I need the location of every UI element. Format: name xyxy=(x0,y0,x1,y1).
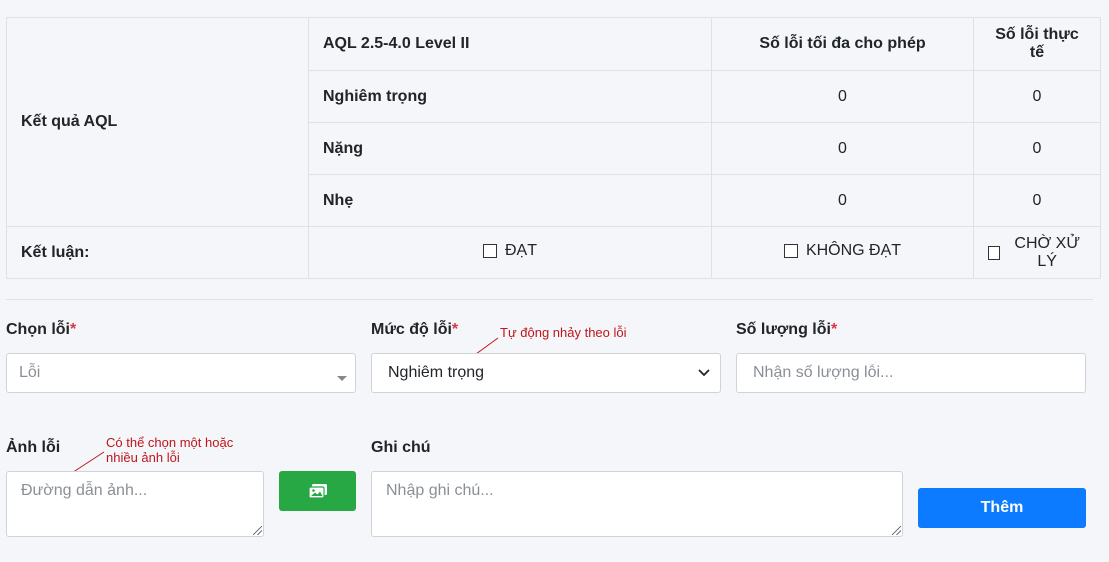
notes-wrapper xyxy=(371,471,903,537)
notes-label: Ghi chú xyxy=(371,439,431,456)
error-quantity-input[interactable] xyxy=(736,353,1086,393)
add-button[interactable]: Thêm xyxy=(918,488,1086,528)
image-annotation: Có thể chọn một hoặc nhiều ảnh lỗi xyxy=(106,435,234,465)
checkbox-square-icon[interactable] xyxy=(988,245,1001,260)
major-max-value: 0 xyxy=(711,122,974,175)
aql-header-row: Kết quả AQL AQL 2.5-4.0 Level II Số lỗi … xyxy=(6,17,1101,227)
notes-input[interactable] xyxy=(371,471,903,537)
aql-result-table: Kết quả AQL AQL 2.5-4.0 Level II Số lỗi … xyxy=(6,17,1101,279)
severity-critical-label: Nghiêm trọng xyxy=(308,70,712,123)
required-mark: * xyxy=(451,321,459,338)
error-select[interactable]: Lỗi xyxy=(6,353,356,393)
aql-level-header: AQL 2.5-4.0 Level II xyxy=(308,17,712,71)
severity-label: Mức độ lỗi* xyxy=(371,321,459,338)
actual-errors-header: Số lỗi thực tế xyxy=(973,17,1101,71)
chevron-down-icon xyxy=(337,376,347,381)
critical-actual-value: 0 xyxy=(973,70,1101,123)
image-path-input[interactable] xyxy=(6,471,264,537)
fail-checkbox-label: KHÔNG ĐẠT xyxy=(805,242,902,259)
severity-select[interactable]: Nghiêm trọng xyxy=(371,353,721,393)
required-mark: * xyxy=(69,321,77,338)
chevron-down-icon xyxy=(698,369,710,377)
error-select-label: Chọn lỗi* xyxy=(6,321,77,338)
image-label: Ảnh lỗi xyxy=(6,439,61,456)
image-path-wrapper xyxy=(6,471,264,537)
severity-annotation: Tự động nhảy theo lỗi xyxy=(500,325,627,340)
resize-handle-icon[interactable] xyxy=(892,526,901,535)
max-errors-header: Số lỗi tối đa cho phép xyxy=(711,17,974,71)
pass-checkbox[interactable]: ĐẠT xyxy=(483,242,537,260)
images-icon xyxy=(307,484,327,499)
severity-minor-label: Nhẹ xyxy=(308,174,712,227)
checkbox-square-icon[interactable] xyxy=(783,244,798,258)
section-divider xyxy=(6,299,1093,300)
required-mark: * xyxy=(830,321,838,338)
minor-actual-value: 0 xyxy=(973,174,1101,227)
major-actual-value: 0 xyxy=(973,122,1101,175)
critical-max-value: 0 xyxy=(711,70,974,123)
severity-select-value: Nghiêm trọng xyxy=(388,364,485,381)
conclusion-row: Kết luận: ĐẠT KHÔNG ĐẠT CHỜ XỬ LÝ xyxy=(6,226,1101,279)
pending-checkbox-label: CHỜ XỬ LÝ xyxy=(1014,234,1080,270)
quantity-label: Số lượng lỗi* xyxy=(736,321,838,338)
pending-checkbox[interactable]: CHỜ XỬ LÝ xyxy=(988,235,1086,271)
error-select-placeholder: Lỗi xyxy=(19,364,41,381)
severity-major-label: Nặng xyxy=(308,122,712,175)
minor-max-value: 0 xyxy=(711,174,974,227)
aql-row-label: Kết quả AQL xyxy=(6,17,309,227)
conclusion-label: Kết luận: xyxy=(6,226,309,279)
pass-checkbox-label: ĐẠT xyxy=(505,242,537,259)
fail-checkbox[interactable]: KHÔNG ĐẠT xyxy=(783,242,902,260)
image-picker-button[interactable] xyxy=(279,471,356,511)
resize-handle-icon[interactable] xyxy=(253,526,262,535)
checkbox-square-icon[interactable] xyxy=(483,244,497,258)
